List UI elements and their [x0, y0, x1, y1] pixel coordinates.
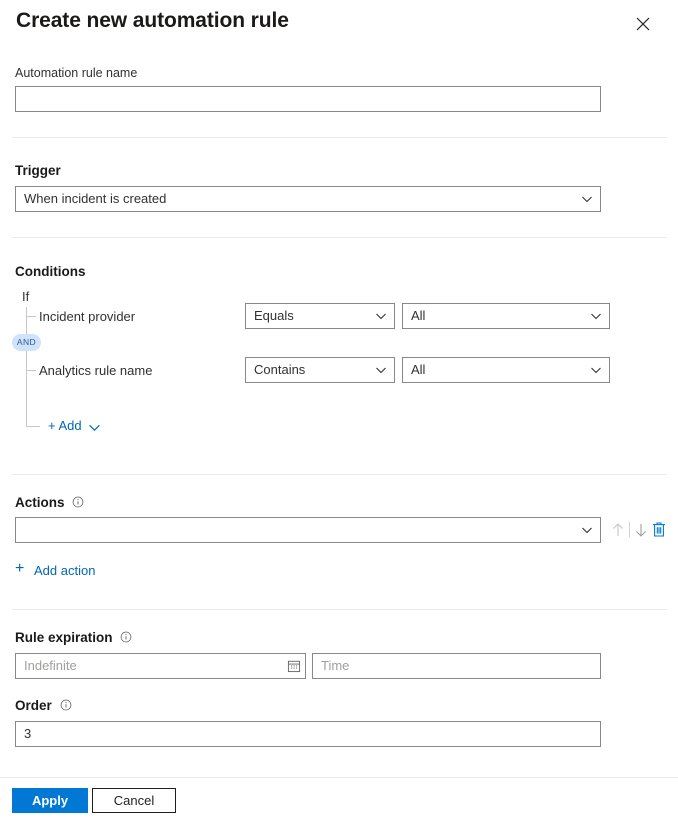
dialog-header: Create new automation rule — [0, 0, 678, 52]
conditions-heading: Conditions — [15, 264, 86, 279]
actions-heading-text: Actions — [15, 495, 65, 510]
chevron-down-icon — [375, 358, 387, 382]
trigger-select-value: When incident is created — [24, 191, 166, 206]
close-icon[interactable] — [632, 13, 656, 37]
actions-heading: Actions — [15, 495, 84, 510]
condition-property-1: Analytics rule name — [39, 363, 152, 378]
chevron-down-icon — [581, 518, 593, 542]
rule-expiration-heading: Rule expiration — [15, 630, 132, 645]
chevron-down-icon — [581, 187, 593, 211]
divider-after-conditions — [12, 474, 667, 475]
condition-operator-select-1[interactable]: Contains — [245, 357, 395, 383]
order-heading: Order — [15, 698, 72, 713]
conditions-if-label: If — [22, 289, 29, 304]
trash-icon[interactable] — [651, 521, 667, 539]
trigger-heading: Trigger — [15, 163, 61, 178]
condition-value-select-1[interactable]: All — [402, 357, 610, 383]
rule-expiration-heading-text: Rule expiration — [15, 630, 113, 645]
condition-operator-value-1: Contains — [254, 362, 305, 377]
arrow-up-icon[interactable] — [610, 520, 626, 540]
condition-value-text-1: All — [411, 362, 425, 377]
trigger-select[interactable]: When incident is created — [15, 186, 601, 212]
info-icon[interactable] — [72, 496, 84, 508]
tree-connector-row2 — [26, 370, 36, 371]
condition-property-0: Incident provider — [39, 309, 135, 324]
page-title: Create new automation rule — [16, 9, 289, 33]
info-icon[interactable] — [120, 631, 132, 643]
apply-button[interactable]: Apply — [12, 788, 88, 813]
condition-value-select-0[interactable]: All — [402, 303, 610, 329]
tree-connector-row1 — [26, 316, 36, 317]
add-condition-chevron-down-icon[interactable] — [88, 421, 101, 434]
info-icon[interactable] — [60, 699, 72, 711]
order-input[interactable]: 3 — [15, 721, 601, 747]
chevron-down-icon — [590, 304, 602, 328]
chevron-down-icon — [375, 304, 387, 328]
condition-value-text-0: All — [411, 308, 425, 323]
condition-operator-value-0: Equals — [254, 308, 294, 323]
add-condition-link[interactable]: + Add — [48, 418, 82, 433]
icon-separator — [629, 522, 630, 537]
divider-after-actions — [12, 609, 667, 610]
tree-connector-add — [26, 426, 40, 427]
cancel-button[interactable]: Cancel — [92, 788, 176, 813]
expiration-time-input[interactable]: Time — [312, 653, 601, 679]
expiration-date-input[interactable]: Indefinite — [15, 653, 306, 679]
condition-connector-badge: AND — [12, 334, 41, 351]
automation-rule-name-label: Automation rule name — [15, 66, 137, 80]
action-select[interactable] — [15, 517, 601, 543]
add-action-link[interactable]: Add action — [34, 563, 95, 578]
chevron-down-icon — [590, 358, 602, 382]
tree-trunk-line — [26, 307, 27, 427]
add-action-plus-icon[interactable]: + — [15, 562, 24, 576]
calendar-icon[interactable] — [287, 659, 301, 673]
footer-divider — [0, 777, 678, 778]
automation-rule-name-input[interactable] — [15, 86, 601, 112]
condition-operator-select-0[interactable]: Equals — [245, 303, 395, 329]
divider-after-trigger — [12, 237, 667, 238]
order-heading-text: Order — [15, 698, 52, 713]
arrow-down-icon[interactable] — [633, 520, 649, 540]
divider-after-name — [12, 137, 667, 138]
